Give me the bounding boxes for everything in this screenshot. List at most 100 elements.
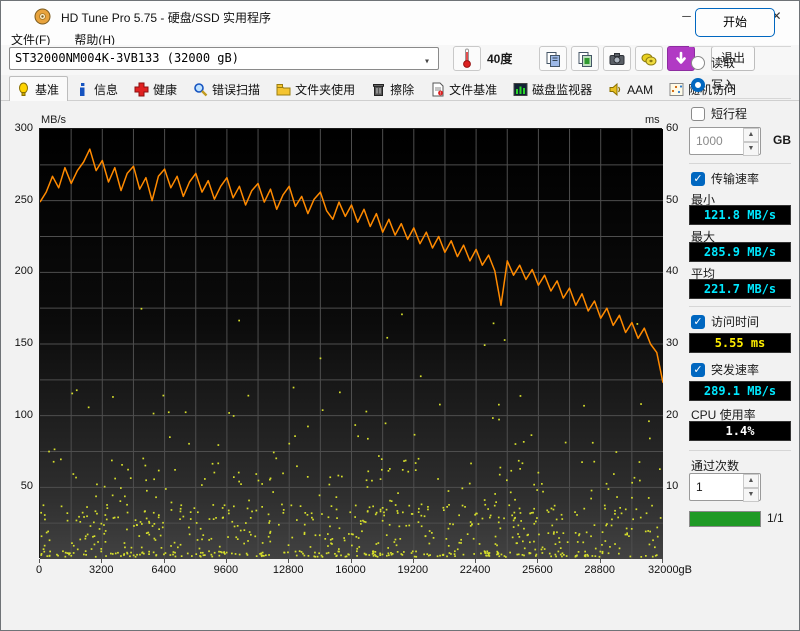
y-axis-tick-left: 150 [14, 337, 33, 349]
x-axis-tickmark [163, 559, 165, 563]
min-value-display: 121.8 MB/s [689, 205, 791, 225]
tab-error-scan[interactable]: 错误扫描 [186, 77, 269, 101]
x-axis-tick: 22400 [459, 564, 491, 576]
read-mode-label: 读取 [711, 56, 736, 70]
tab-label: 擦除 [390, 83, 415, 97]
copy-text-button[interactable] [539, 46, 567, 71]
temperature-button[interactable] [453, 46, 481, 71]
info-icon [75, 82, 90, 97]
tab-file-benchmark[interactable]: ! 文件基准 [423, 77, 506, 101]
checkbox-icon: ✓ [691, 314, 705, 329]
erase-icon [371, 82, 386, 97]
disk-monitor-icon [513, 82, 528, 97]
progress-label: 1/1 [767, 511, 784, 525]
max-value-display: 285.9 MB/s [689, 242, 791, 262]
file-benchmark-icon: ! [430, 82, 445, 97]
chevron-down-icon: ▾ [423, 56, 430, 67]
x-axis-tick: 3200 [89, 564, 114, 576]
pass-count-stepper[interactable]: ▲ ▼ [743, 474, 759, 502]
aam-icon [608, 82, 623, 97]
thermometer-icon [460, 48, 474, 72]
tab-label: AAM [627, 82, 654, 97]
tab-label: 文件夹使用 [295, 83, 356, 97]
folder-usage-icon [276, 82, 291, 97]
tab-folder-usage[interactable]: 文件夹使用 [269, 77, 364, 101]
right-axis-unit-label: ms [645, 114, 660, 126]
x-axis-tick: 28800 [584, 564, 615, 576]
tab-label: 健康 [153, 83, 178, 97]
health-icon [134, 82, 149, 97]
tab-label: 错误扫描 [212, 83, 261, 97]
app-window: HD Tune Pro 5.75 - 硬盘/SSD 实用程序 ─ □ ✕ 文件(… [0, 0, 800, 631]
temperature-value: 40度 [487, 52, 513, 66]
tab-disk-monitor[interactable]: 磁盘监视器 [506, 77, 601, 101]
tab-label: 磁盘监视器 [532, 83, 593, 97]
burst-rate-display: 289.1 MB/s [689, 381, 791, 401]
access-time-label: 访问时间 [711, 315, 760, 329]
tab-health[interactable]: 健康 [127, 77, 186, 101]
drive-select[interactable]: ST32000NM004K-3VB133 (32000 gB) ▾ [9, 47, 439, 70]
access-time-checkbox[interactable]: ✓ 访问时间 [691, 313, 759, 330]
x-axis-tick: 25600 [522, 564, 553, 576]
x-axis-tick: 16000 [335, 564, 366, 576]
benchmark-icon [16, 82, 31, 97]
write-mode-radio[interactable]: 写入 [691, 76, 735, 93]
x-axis-tick: 6400 [151, 564, 176, 576]
burst-rate-label: 突发速率 [711, 363, 760, 377]
transfer-rate-label: 传输速率 [711, 172, 760, 186]
x-axis-tick: 12800 [272, 564, 304, 576]
short-stroke-checkbox[interactable]: 短行程 [691, 105, 747, 122]
copy-image-button[interactable] [571, 46, 599, 71]
tab-info[interactable]: 信息 [68, 77, 127, 101]
y-axis-tick-left: 300 [14, 122, 33, 134]
save-button[interactable] [635, 46, 663, 71]
radio-icon [691, 55, 705, 70]
drive-select-value: ST32000NM004K-3VB133 (32000 gB) [15, 51, 239, 65]
pass-count-label: 通过次数 [691, 459, 740, 473]
gb-unit-label: GB [773, 133, 791, 147]
title-bar: HD Tune Pro 5.75 - 硬盘/SSD 实用程序 ─ □ ✕ [1, 1, 799, 31]
read-mode-radio[interactable]: 读取 [691, 54, 735, 71]
screenshot-button[interactable] [603, 46, 631, 71]
x-axis-tickmark [599, 559, 601, 563]
control-panel: 开始 读取 写入 短行程 1000 ▲ ▼ GB ✓ 传输速率 最小 121.8 … [685, 1, 797, 531]
copy-image-icon [576, 50, 594, 68]
burst-rate-checkbox[interactable]: ✓ 突发速率 [691, 361, 759, 378]
access-time-display: 5.55 ms [689, 333, 791, 353]
tab-erase[interactable]: 擦除 [364, 77, 423, 101]
tab-benchmark[interactable]: 基准 [9, 76, 69, 101]
x-axis-tickmark [350, 559, 352, 563]
y-axis-tick-left: 200 [14, 265, 33, 278]
app-logo-icon [34, 8, 51, 25]
x-axis-tick: 32000gB [647, 564, 693, 576]
x-axis-tickmark [288, 559, 290, 563]
tab-label: 基准 [35, 82, 60, 97]
progress-bar-fill [690, 512, 760, 526]
y-axis-tick-left: 50 [20, 480, 33, 493]
separator [689, 98, 791, 99]
separator [689, 163, 791, 164]
benchmark-tab-page: MB/s ms 300 250 200 150 100 50 60 50 40 30 20 10 0 32… [1, 102, 799, 630]
tab-label: 信息 [94, 83, 119, 97]
write-mode-label: 写入 [711, 78, 736, 92]
transfer-rate-checkbox[interactable]: ✓ 传输速率 [691, 170, 759, 187]
x-axis-tickmark [537, 559, 539, 563]
short-stroke-stepper[interactable]: ▲ ▼ [743, 128, 759, 156]
x-axis-tickmark [412, 559, 414, 563]
tab-aam[interactable]: AAM [601, 77, 662, 101]
x-axis-tick: 0 [35, 564, 43, 576]
toolbar: ST32000NM004K-3VB133 (32000 gB) ▾ 40度 退出 [1, 45, 799, 75]
x-axis-tickmark [225, 559, 227, 563]
x-axis-tick: 9600 [213, 564, 239, 576]
progress-bar [689, 511, 761, 527]
x-axis-tickmark [101, 559, 103, 563]
camera-icon [608, 50, 626, 68]
separator [689, 450, 791, 451]
random-access-icon [669, 82, 684, 97]
window-title: HD Tune Pro 5.75 - 硬盘/SSD 实用程序 [61, 11, 272, 25]
start-button[interactable]: 开始 [695, 8, 775, 37]
disks-icon [640, 50, 658, 68]
cpu-usage-display: 1.4% [689, 421, 791, 441]
short-stroke-label: 短行程 [711, 107, 748, 121]
separator [689, 306, 791, 307]
